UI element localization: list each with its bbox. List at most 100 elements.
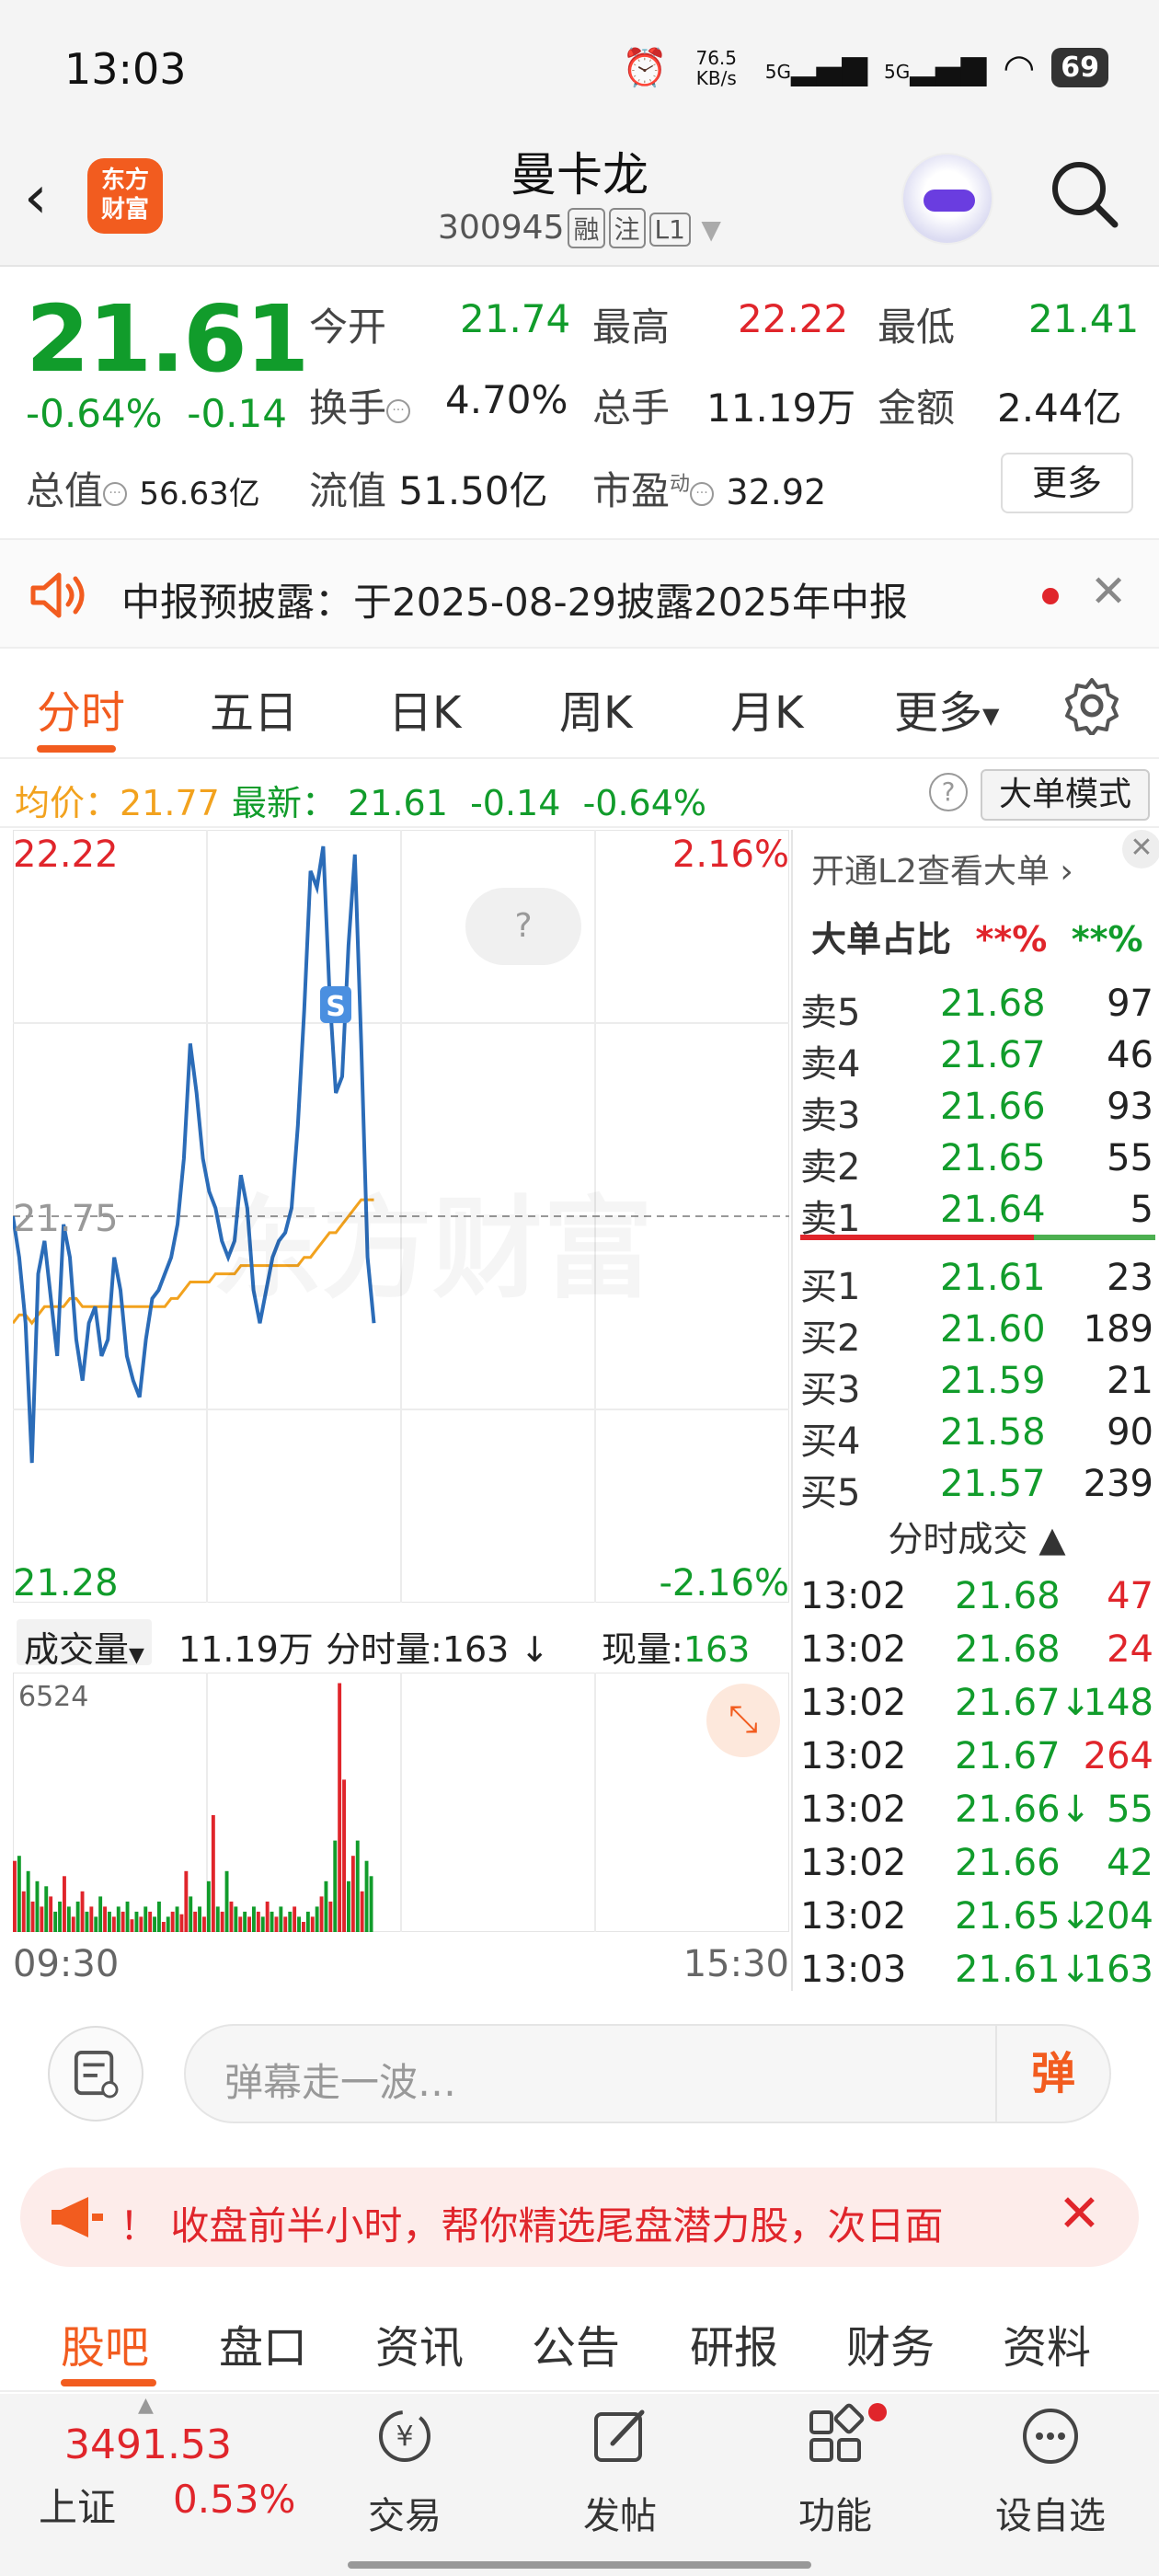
volume-bar: [17, 1856, 21, 1932]
bid-row: 买5 21.57 239: [793, 1463, 1159, 1514]
volume-bar: [130, 1919, 134, 1932]
minute-volume: 分时量:163 ↓: [326, 1629, 550, 1670]
trade-price: 21.68: [955, 1575, 1061, 1617]
volume-selector[interactable]: 成交量▼: [17, 1619, 152, 1670]
level-qty: 23: [1107, 1257, 1153, 1299]
more-icon: [1023, 2409, 1078, 2464]
close-icon[interactable]: ✕: [1058, 2184, 1101, 2244]
volume-bar: [170, 1911, 175, 1932]
ask-row: 卖2 21.65 55: [793, 1137, 1159, 1189]
tab-5day[interactable]: 五日: [210, 676, 298, 741]
bid-ask-divider: [800, 1235, 1155, 1240]
tab-weekly-k[interactable]: 周K: [559, 676, 632, 741]
chart-help-bubble[interactable]: ?: [465, 888, 581, 965]
alarm-icon: ⏰: [621, 47, 668, 89]
signal-icon: 5G▂▄▆: [764, 49, 868, 86]
gear-icon[interactable]: [1062, 676, 1121, 735]
tab-daily-k[interactable]: 日K: [388, 676, 461, 741]
trade-row: 13:02 21.67↓ 148: [793, 1682, 1159, 1735]
trade-time: 13:02: [800, 1628, 907, 1671]
tab-pankou[interactable]: 盘口: [219, 2311, 307, 2375]
level-qty: 93: [1107, 1086, 1153, 1128]
pe-ratio[interactable]: 市盈动 ··· 32.92: [592, 460, 826, 516]
home-indicator[interactable]: [348, 2561, 811, 2569]
index-change: 0.53%: [173, 2477, 296, 2522]
ask-row: 卖1 21.64 5: [793, 1189, 1159, 1240]
tab-intraday[interactable]: 分时: [37, 676, 125, 741]
level-price: 21.60: [940, 1308, 1046, 1351]
mktcap[interactable]: 总值 ··· 56.63亿: [26, 460, 260, 516]
trade-row: 13:02 21.68 24: [793, 1628, 1159, 1682]
volume-bar: [193, 1911, 198, 1932]
volume-bar: [265, 1901, 270, 1932]
tab-news[interactable]: 资讯: [375, 2311, 464, 2375]
nav-functions[interactable]: 功能: [762, 2403, 909, 2539]
info-icon: ···: [690, 481, 715, 506]
volume-bar: [21, 1891, 26, 1932]
float-cap: 流值 51.50亿: [309, 468, 548, 513]
index-value[interactable]: 3491.53: [64, 2421, 232, 2468]
stock-header: ‹ 东方 财富 曼卡龙 300945 融注 L1 ▼: [0, 138, 1159, 267]
nav-trade[interactable]: ¥ 交易: [331, 2403, 478, 2539]
volume-bar: [63, 1876, 66, 1932]
volume-bar: [125, 1901, 130, 1932]
trade-price: 21.66↓: [955, 1788, 1092, 1831]
volume-bar: [202, 1916, 206, 1932]
volume-bar: [224, 1870, 229, 1932]
turnover-label[interactable]: 换手 ···: [309, 377, 411, 433]
search-icon[interactable]: [1049, 158, 1119, 228]
nav-add-watchlist[interactable]: 设自选: [977, 2403, 1124, 2539]
notification-dot: [868, 2403, 887, 2421]
assistant-avatar[interactable]: [901, 153, 993, 245]
volume-bar: [134, 1911, 139, 1932]
close-icon[interactable]: ✕: [1122, 830, 1159, 868]
net-speed: 76.5 KB/s: [695, 46, 738, 89]
trade-price: 21.66: [955, 1842, 1061, 1884]
tab-research[interactable]: 研报: [690, 2311, 778, 2375]
close-icon[interactable]: ✕: [1090, 566, 1127, 617]
trade-icon: ¥: [379, 2410, 430, 2462]
pct-max-label: 2.16%: [672, 834, 789, 876]
volume-bar: [279, 1906, 283, 1932]
level-name: 卖3: [800, 1095, 861, 1137]
nav-post[interactable]: 发帖: [546, 2403, 694, 2539]
tab-monthly-k[interactable]: 月K: [730, 676, 803, 741]
volume-bar: [139, 1916, 143, 1932]
volume-max-label: 6524: [18, 1681, 88, 1713]
tab-guba[interactable]: 股吧: [61, 2311, 149, 2375]
volume-bar: [80, 1891, 85, 1932]
volume-bar: [355, 1840, 360, 1932]
volume-bar: [153, 1916, 156, 1932]
more-button[interactable]: 更多: [1001, 453, 1133, 513]
chevron-down-icon[interactable]: ▼: [701, 214, 721, 245]
note-icon[interactable]: [48, 2026, 143, 2122]
level-qty: 189: [1083, 1308, 1153, 1351]
avg-price-row: 均价：21.77 最新： 21.61 -0.14 -0.64% ? 大单模式: [0, 762, 1159, 828]
trade-qty: 163: [1083, 1949, 1153, 1991]
comment-placeholder: 弹幕走一波…: [224, 2060, 457, 2105]
help-icon[interactable]: ?: [929, 773, 968, 811]
volume-bar: [66, 1906, 71, 1932]
big-order-mode-button[interactable]: 大单模式: [981, 769, 1150, 821]
last-price: 21.61: [26, 285, 309, 393]
volume-bar: [243, 1911, 247, 1932]
time-sales-title[interactable]: 分时成交 ▲: [793, 1511, 1159, 1561]
volume-bar: [58, 1901, 62, 1932]
trade-price: 21.67↓: [955, 1682, 1092, 1724]
tab-profile[interactable]: 资料: [1003, 2311, 1091, 2375]
report-notice[interactable]: 中报预披露：于2025-08-29披露2025年中报 ✕: [0, 538, 1159, 649]
level-price: 21.68: [940, 983, 1046, 1025]
expand-icon[interactable]: ⤡: [706, 1684, 780, 1757]
tab-more[interactable]: 更多▼: [894, 676, 999, 741]
volume-bar: [111, 1916, 116, 1932]
tab-announcement[interactable]: 公告: [532, 2311, 620, 2375]
level-name: 买2: [800, 1317, 861, 1360]
volume-bar: [211, 1815, 215, 1932]
l2-upgrade-link[interactable]: 开通L2查看大单 ›: [811, 845, 1073, 892]
volume-chart: 6524: [13, 1673, 789, 1932]
volume-bar: [342, 1779, 346, 1932]
danmu-button[interactable]: 弹: [995, 2026, 1109, 2122]
volume-bar: [288, 1911, 293, 1932]
level-price: 21.66: [940, 1086, 1046, 1128]
tab-finance[interactable]: 财务: [846, 2311, 935, 2375]
